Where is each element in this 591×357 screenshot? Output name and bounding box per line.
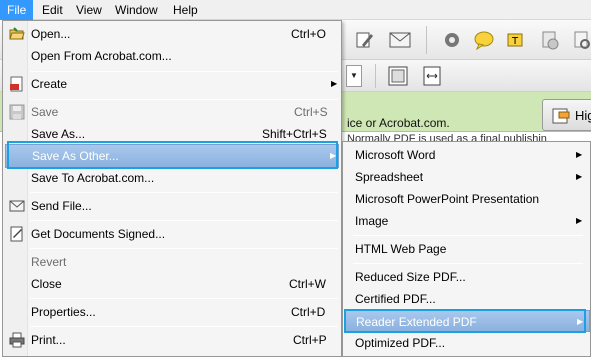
menu-separator (30, 220, 338, 221)
submenu-arrow-icon: ▶ (576, 150, 583, 159)
open-shortcut: Ctrl+O (291, 27, 327, 41)
properties-label: Properties... (31, 305, 96, 319)
toolbar-divider (375, 64, 376, 88)
fit-page-icon[interactable] (386, 64, 410, 88)
properties-menu-item[interactable]: Properties... Ctrl+D (5, 301, 339, 323)
menu-separator (30, 248, 338, 249)
save-menu-item[interactable]: Save Ctrl+S (5, 101, 339, 123)
submenu-arrow-icon: ▶ (577, 317, 584, 326)
comment-icon[interactable] (472, 28, 496, 52)
email-icon[interactable] (388, 28, 412, 52)
print-label: Print... (31, 333, 66, 347)
image-label: Image (355, 214, 389, 228)
html-web-page-label: HTML Web Page (355, 242, 447, 256)
menu-separator (30, 192, 338, 193)
menu-edit[interactable]: Edit (35, 0, 70, 20)
close-menu-item[interactable]: Close Ctrl+W (5, 273, 339, 295)
save-disk-icon (9, 104, 25, 120)
powerpoint-menu-item[interactable]: Microsoft PowerPoint Presentation (345, 188, 590, 210)
open-label: Open... (31, 27, 71, 41)
menu-separator (30, 71, 338, 72)
reduced-size-pdf-label: Reduced Size PDF... (355, 270, 466, 284)
save-as-label: Save As... (31, 127, 86, 141)
send-file-label: Send File... (31, 199, 92, 213)
open-menu-item[interactable]: Open... Ctrl+O (5, 23, 339, 45)
zoom-dropdown[interactable]: ▼ (346, 65, 362, 87)
save-as-other-submenu: Microsoft Word ▶ Spreadsheet ▶ Microsoft… (342, 141, 591, 357)
gear-icon[interactable] (440, 28, 464, 52)
printer-icon (9, 332, 25, 348)
menu-view[interactable]: View (69, 0, 109, 20)
menu-file[interactable]: File (0, 0, 34, 20)
envelope-icon (9, 198, 25, 214)
get-signed-menu-item[interactable]: Get Documents Signed... (5, 223, 339, 245)
powerpoint-label: Microsoft PowerPoint Presentation (355, 192, 540, 206)
submenu-arrow-icon: ▶ (576, 216, 583, 225)
highlight-icon (549, 104, 573, 128)
optimized-pdf-menu-item[interactable]: Optimized PDF... (345, 332, 590, 354)
save-label: Save (31, 105, 59, 119)
create-menu-item[interactable]: Create ▶ (5, 73, 339, 95)
print-menu-item[interactable]: Print... Ctrl+P (5, 329, 339, 351)
optimized-pdf-label: Optimized PDF... (355, 336, 446, 350)
close-shortcut: Ctrl+W (289, 277, 326, 291)
edit-pen-icon[interactable] (352, 28, 376, 52)
save-as-menu-item[interactable]: Save As... Shift+Ctrl+S (5, 123, 339, 145)
create-pdf-icon (9, 76, 25, 92)
menu-window[interactable]: Window (108, 0, 165, 20)
highlight-button[interactable]: Hig (542, 99, 591, 131)
sign-document-icon (9, 226, 25, 242)
open-from-acrobat-menu-item[interactable]: Open From Acrobat.com... (5, 45, 339, 67)
certified-pdf-label: Certified PDF... (355, 292, 436, 306)
delete-icon[interactable] (538, 28, 562, 52)
menu-separator (353, 263, 583, 264)
save-as-other-menu-item[interactable]: Save As Other... ▶ (5, 144, 339, 168)
submenu-arrow-icon: ▶ (330, 151, 337, 160)
spreadsheet-label: Spreadsheet (355, 170, 424, 184)
properties-shortcut: Ctrl+D (291, 305, 326, 319)
svg-text:T: T (511, 36, 519, 47)
save-to-acrobat-menu-item[interactable]: Save To Acrobat.com... (5, 167, 339, 189)
menu-separator (30, 298, 338, 299)
highlight-text-icon[interactable]: T (505, 28, 529, 52)
certified-pdf-menu-item[interactable]: Certified PDF... (345, 288, 590, 310)
create-label: Create (31, 77, 68, 91)
menu-separator (30, 326, 338, 327)
microsoft-word-label: Microsoft Word (355, 148, 436, 162)
submenu-arrow-icon: ▶ (576, 172, 583, 181)
spreadsheet-menu-item[interactable]: Spreadsheet ▶ (345, 166, 590, 188)
fit-width-icon[interactable] (420, 64, 444, 88)
menu-bar: File Edit View Window Help (0, 0, 591, 20)
save-shortcut: Ctrl+S (294, 105, 328, 119)
open-folder-icon (9, 26, 25, 42)
save-to-acrobat-label: Save To Acrobat.com... (31, 171, 155, 185)
get-signed-label: Get Documents Signed... (31, 227, 166, 241)
save-as-shortcut: Shift+Ctrl+S (262, 127, 327, 141)
save-as-other-label: Save As Other... (32, 149, 119, 163)
open-from-acrobat-label: Open From Acrobat.com... (31, 49, 172, 63)
send-file-menu-item[interactable]: Send File... (5, 195, 339, 217)
submenu-arrow-icon: ▶ (331, 79, 338, 88)
menu-help[interactable]: Help (166, 0, 205, 20)
file-menu: Open... Ctrl+O Open From Acrobat.com... … (2, 20, 342, 357)
toolbar-divider (426, 26, 427, 54)
print-shortcut: Ctrl+P (293, 333, 327, 347)
revert-label: Revert (31, 255, 67, 269)
reader-extended-pdf-label: Reader Extended PDF (356, 315, 477, 329)
menu-separator (30, 99, 338, 100)
image-menu-item[interactable]: Image ▶ (345, 210, 590, 232)
close-label: Close (31, 277, 62, 291)
revert-menu-item[interactable]: Revert (5, 251, 339, 273)
html-web-page-menu-item[interactable]: HTML Web Page (345, 238, 590, 260)
highlight-label: Hig (575, 108, 591, 123)
link-icon[interactable] (570, 28, 591, 52)
reader-extended-pdf-menu-item[interactable]: Reader Extended PDF ▶ (345, 310, 590, 332)
reduced-size-pdf-menu-item[interactable]: Reduced Size PDF... (345, 266, 590, 288)
microsoft-word-menu-item[interactable]: Microsoft Word ▶ (345, 144, 590, 166)
menu-separator (353, 235, 583, 236)
notification-text: ice or Acrobat.com. (347, 116, 450, 130)
